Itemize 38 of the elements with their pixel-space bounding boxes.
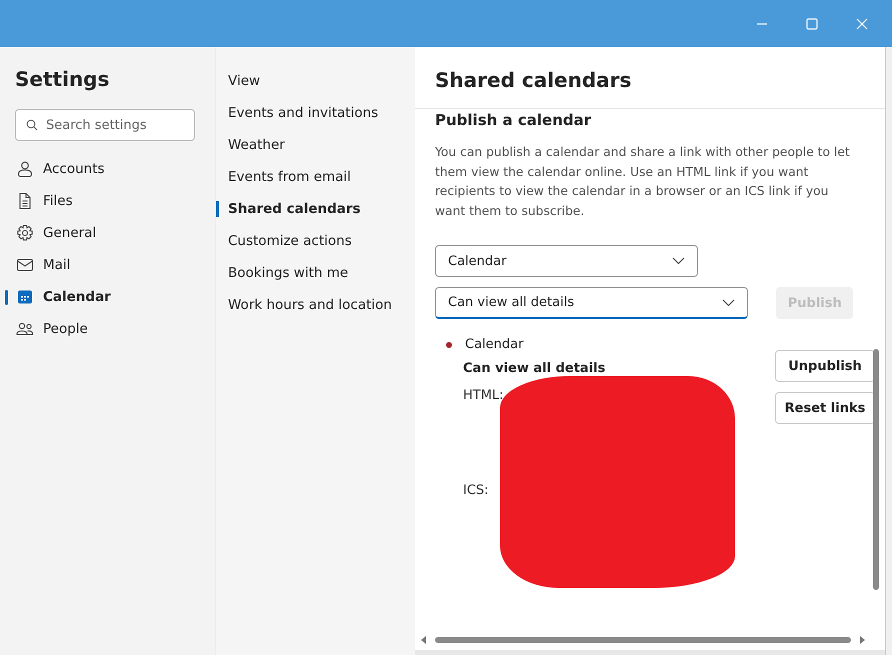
subnav-item[interactable]: View [216, 71, 415, 103]
calendar-name: Calendar [465, 337, 524, 352]
person-icon [16, 160, 34, 178]
subnav-item[interactable]: Events from email [216, 167, 415, 199]
link-label: HTML: [463, 388, 505, 405]
close-icon[interactable] [856, 18, 868, 30]
chevron-down-icon [722, 298, 736, 306]
action-button[interactable]: Unpublish [775, 350, 873, 382]
calendar-dropdown[interactable]: Calendar [435, 245, 698, 277]
permission-dropdown[interactable]: Can view all details [435, 287, 748, 319]
nav-item[interactable]: Accounts [0, 153, 215, 185]
nav-item[interactable]: Files [0, 185, 215, 217]
mail-icon [16, 256, 34, 274]
nav-item[interactable]: Mail [0, 249, 215, 281]
section-title: Publish a calendar [435, 111, 592, 129]
search-icon [26, 119, 38, 131]
settings-title: Settings [15, 67, 110, 93]
scroll-right-icon[interactable] [859, 636, 865, 644]
description-text: You can publish a calendar and share a link with other people to let them view the calendar online. Use an HTML link if you want recipients to view the calendar in a browser or an ICS link if you want them to subscribe. [435, 144, 851, 220]
maximize-icon[interactable] [806, 18, 818, 30]
nav-item[interactable]: Calendar [0, 281, 215, 313]
chevron-down-icon [672, 257, 685, 265]
link-label: ICS: [463, 483, 490, 500]
vertical-scrollbar[interactable] [873, 349, 881, 590]
subnav-item[interactable]: Weather [216, 135, 415, 167]
subnav-item[interactable]: Customize actions [216, 231, 415, 263]
permission-label: Can view all details [463, 361, 606, 376]
nav-item[interactable]: General [0, 217, 215, 249]
settings-icon [16, 224, 34, 242]
scroll-left-icon[interactable] [421, 636, 427, 644]
calendar-icon [16, 288, 34, 306]
subnav-item[interactable]: Bookings with me [216, 263, 415, 295]
people-icon [16, 320, 34, 338]
search-field[interactable]: Search settings [15, 109, 195, 141]
action-button[interactable]: Reset links [775, 392, 873, 424]
subnav-item[interactable]: Work hours and location [216, 295, 415, 327]
subnav-item[interactable]: Events and invitations [216, 103, 415, 135]
nav-item[interactable]: People [0, 313, 215, 345]
